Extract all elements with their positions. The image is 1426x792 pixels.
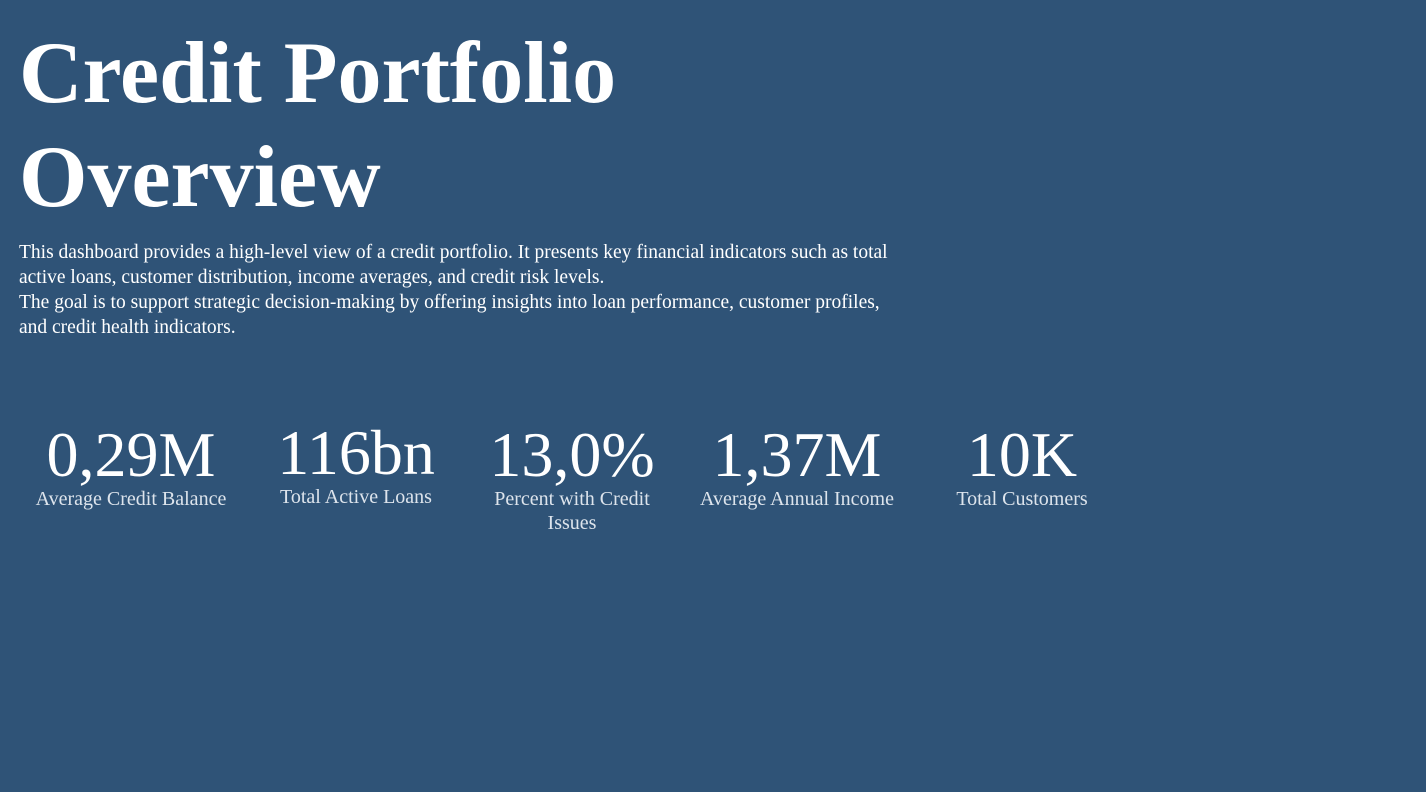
kpi-card-total-customers: 10K Total Customers xyxy=(922,423,1122,511)
kpi-value: 10K xyxy=(966,419,1078,490)
kpi-label: Average Credit Balance xyxy=(35,488,227,510)
kpi-card-average-annual-income: 1,37M Average Annual Income xyxy=(697,423,897,511)
page-title-line-1: Credit Portfolio xyxy=(19,25,617,122)
kpi-label: Percent with Credit Issues xyxy=(494,488,650,534)
kpi-card-percent-with-credit-issues: 13,0% Percent with Credit Issues xyxy=(472,423,672,535)
page-title-line-2: Overview xyxy=(19,129,381,226)
kpi-label: Total Active Loans xyxy=(280,486,432,508)
description-paragraph-1: This dashboard provides a high-level vie… xyxy=(19,242,888,288)
kpi-card-total-active-loans: 116bn Total Active Loans xyxy=(256,421,456,509)
dashboard-description: This dashboard provides a high-level vie… xyxy=(19,240,899,340)
description-paragraph-2: The goal is to support strategic decisio… xyxy=(19,292,880,338)
kpi-value: 0,29M xyxy=(46,419,216,490)
kpi-value: 116bn xyxy=(277,417,435,488)
dashboard-page: Credit Portfolio Overview This dashboard… xyxy=(0,0,1426,792)
kpi-label: Total Customers xyxy=(956,488,1088,510)
kpi-card-average-credit-balance: 0,29M Average Credit Balance xyxy=(26,423,236,511)
kpi-value: 1,37M xyxy=(712,419,882,490)
page-title: Credit Portfolio Overview xyxy=(19,22,719,230)
kpi-value: 13,0% xyxy=(489,419,655,490)
kpi-label: Average Annual Income xyxy=(700,488,894,510)
